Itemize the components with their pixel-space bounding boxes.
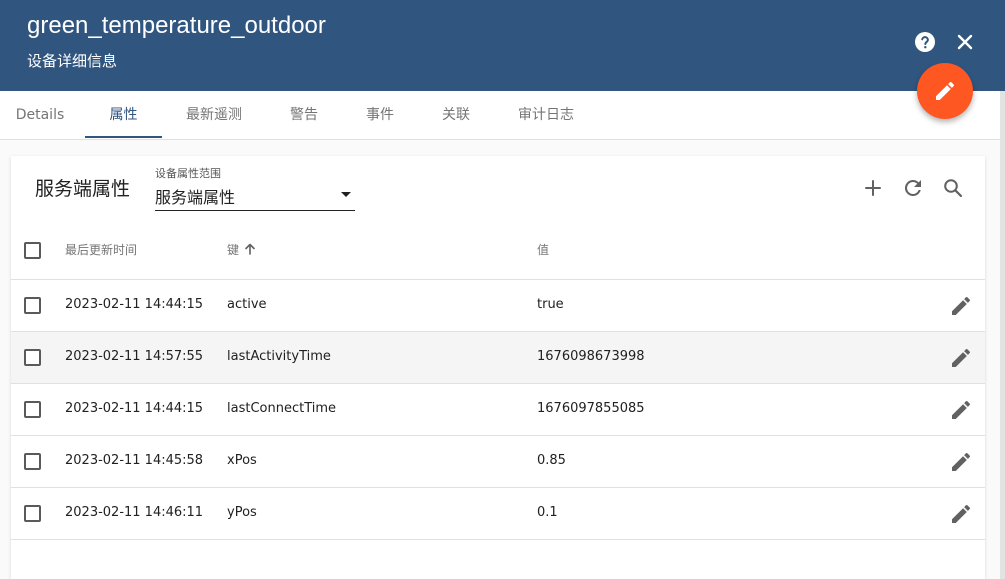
- close-button[interactable]: [953, 30, 977, 54]
- row-key: xPos: [227, 453, 257, 468]
- table-row[interactable]: 2023-02-11 14:44:15 active true: [11, 280, 985, 332]
- tab-relations[interactable]: 关联: [418, 91, 494, 139]
- help-circle-icon: [915, 32, 935, 52]
- pencil-icon: [936, 81, 955, 100]
- close-icon: [957, 34, 973, 50]
- tab-alarms[interactable]: 警告: [266, 91, 342, 139]
- attributes-card: 服务端属性 设备属性范围 服务端属性 最后更新时间 键 值 2023-02-11…: [11, 156, 985, 579]
- tab-details[interactable]: Details: [0, 91, 80, 139]
- edit-attribute-button[interactable]: [949, 502, 973, 526]
- tab-events[interactable]: 事件: [342, 91, 418, 139]
- scope-selected-value: 服务端属性: [155, 188, 236, 207]
- row-value: true: [537, 297, 564, 312]
- arrow-up-icon: [245, 243, 255, 255]
- refresh-button[interactable]: [901, 176, 925, 200]
- help-button[interactable]: [913, 30, 937, 54]
- row-key: yPos: [227, 505, 257, 520]
- pencil-icon: [952, 296, 971, 315]
- row-key: active: [227, 297, 267, 312]
- dialog-header: green_temperature_outdoor 设备详细信息: [0, 0, 1005, 91]
- device-subtitle: 设备详细信息: [27, 52, 118, 70]
- row-key: lastConnectTime: [227, 401, 337, 416]
- row-checkbox[interactable]: [24, 505, 41, 522]
- pencil-icon: [952, 400, 971, 419]
- row-key: lastActivityTime: [227, 349, 331, 364]
- table-row[interactable]: 2023-02-11 14:45:58 xPos 0.85: [11, 436, 985, 488]
- row-last-update: 2023-02-11 14:44:15: [65, 297, 204, 312]
- column-header-key: 键: [227, 243, 240, 257]
- edit-attribute-button[interactable]: [949, 398, 973, 422]
- add-attribute-button[interactable]: [861, 176, 885, 200]
- card-title: 服务端属性: [35, 178, 131, 200]
- pencil-icon: [952, 348, 971, 367]
- tab-audit-logs[interactable]: 审计日志: [508, 91, 584, 139]
- edit-attribute-button[interactable]: [949, 294, 973, 318]
- row-value: 0.85: [537, 453, 566, 468]
- row-checkbox[interactable]: [24, 349, 41, 366]
- row-value: 1676098673998: [537, 349, 645, 364]
- row-checkbox[interactable]: [24, 453, 41, 470]
- row-value: 0.1: [537, 505, 558, 520]
- edit-attribute-button[interactable]: [949, 450, 973, 474]
- search-button[interactable]: [941, 176, 965, 200]
- active-tab-indicator: [85, 136, 162, 138]
- edit-device-fab[interactable]: [917, 63, 973, 119]
- row-value: 1676097855085: [537, 401, 645, 416]
- scope-label: 设备属性范围: [155, 167, 221, 180]
- table-row[interactable]: 2023-02-11 14:44:15 lastConnectTime 1676…: [11, 384, 985, 436]
- column-header-last-update[interactable]: 最后更新时间: [65, 242, 137, 258]
- row-last-update: 2023-02-11 14:57:55: [65, 349, 204, 364]
- row-checkbox[interactable]: [24, 401, 41, 418]
- row-last-update: 2023-02-11 14:45:58: [65, 453, 204, 468]
- column-header-value[interactable]: 值: [537, 242, 549, 258]
- search-icon: [944, 179, 963, 198]
- row-last-update: 2023-02-11 14:46:11: [65, 505, 204, 520]
- row-checkbox[interactable]: [24, 297, 41, 314]
- tab-bar: Details 属性 最新遥测 警告 事件 关联 审计日志: [0, 91, 1000, 140]
- edit-attribute-button[interactable]: [949, 346, 973, 370]
- scroll-gutter: [1000, 91, 1005, 579]
- tab-attributes[interactable]: 属性: [85, 91, 162, 139]
- plus-icon: [865, 180, 881, 196]
- column-header-key-wrap[interactable]: 键: [227, 242, 256, 258]
- refresh-icon: [904, 180, 921, 196]
- select-all-checkbox[interactable]: [24, 242, 41, 259]
- dropdown-arrow-icon: [341, 192, 351, 197]
- attribute-scope-select[interactable]: 服务端属性: [155, 182, 355, 211]
- pencil-icon: [952, 504, 971, 523]
- row-last-update: 2023-02-11 14:44:15: [65, 401, 204, 416]
- table-row[interactable]: 2023-02-11 14:57:55 lastActivityTime 167…: [11, 332, 985, 384]
- device-title: green_temperature_outdoor: [27, 12, 326, 39]
- table-row[interactable]: 2023-02-11 14:46:11 yPos 0.1: [11, 488, 985, 540]
- tab-latest-telemetry[interactable]: 最新遥测: [176, 91, 252, 139]
- pencil-icon: [952, 452, 971, 471]
